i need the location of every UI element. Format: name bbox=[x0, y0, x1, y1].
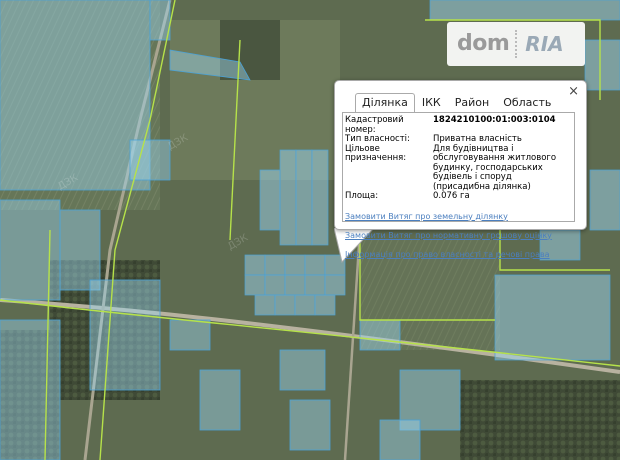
logo-ria-text: RIA bbox=[525, 32, 564, 56]
order-land-extract-link[interactable]: Замовити Витяг про земельну ділянку bbox=[345, 212, 566, 221]
parcel[interactable] bbox=[314, 294, 336, 316]
parcel[interactable] bbox=[0, 319, 61, 460]
ownership-info-link[interactable]: Інформація про право власності та речові… bbox=[345, 250, 566, 259]
parcel[interactable] bbox=[294, 294, 316, 316]
field-label: Площа: bbox=[345, 191, 379, 201]
parcel[interactable] bbox=[311, 149, 329, 246]
site-logo: dom RIA bbox=[447, 22, 585, 66]
parcel[interactable] bbox=[264, 254, 286, 276]
parcel[interactable] bbox=[304, 254, 326, 276]
parcel[interactable] bbox=[324, 274, 346, 296]
parcel[interactable] bbox=[279, 149, 297, 246]
tab-ikk[interactable]: ІКК bbox=[415, 93, 448, 112]
order-valuation-extract-link[interactable]: Замовити Витяг про нормативну грошову оц… bbox=[345, 231, 566, 240]
parcel[interactable] bbox=[0, 0, 151, 191]
parcel[interactable] bbox=[264, 274, 286, 296]
parcel[interactable] bbox=[589, 169, 620, 231]
close-icon[interactable]: × bbox=[568, 85, 579, 99]
field-label: Кадастровий номер: bbox=[345, 115, 404, 135]
parcel[interactable] bbox=[379, 419, 421, 460]
tree-area bbox=[460, 380, 620, 460]
parcel[interactable] bbox=[59, 209, 101, 291]
parcel[interactable] bbox=[295, 149, 313, 246]
parcel[interactable] bbox=[284, 254, 306, 276]
parcel[interactable] bbox=[89, 279, 161, 391]
parcel[interactable] bbox=[289, 399, 331, 451]
parcel[interactable] bbox=[169, 319, 211, 351]
field-value: 1824210100:01:003:0104 bbox=[433, 115, 556, 125]
field-value: 0.076 га bbox=[433, 191, 470, 201]
field-value: Для будівництва і обслуговування житлово… bbox=[433, 143, 557, 192]
parcel[interactable] bbox=[0, 199, 61, 301]
parcel[interactable] bbox=[279, 349, 326, 391]
parcel[interactable] bbox=[429, 0, 620, 21]
field-area: Площа: 0.076 га bbox=[345, 191, 566, 202]
parcel[interactable] bbox=[494, 274, 611, 361]
tab-content: Кадастровий номер: 1824210100:01:003:010… bbox=[342, 112, 575, 259]
parcel[interactable] bbox=[359, 319, 401, 351]
tab-district[interactable]: Район bbox=[448, 93, 496, 112]
popup-tabs: Ділянка ІКК Район Область bbox=[355, 93, 558, 112]
parcel[interactable] bbox=[284, 274, 306, 296]
parcel[interactable] bbox=[584, 39, 620, 91]
parcel[interactable] bbox=[254, 294, 276, 316]
parcel[interactable] bbox=[199, 369, 241, 431]
logo-dom-text: dom bbox=[447, 30, 518, 58]
field-cadastral-number: Кадастровий номер: 1824210100:01:003:010… bbox=[345, 115, 566, 135]
tab-region[interactable]: Область bbox=[496, 93, 558, 112]
parcel[interactable] bbox=[304, 274, 326, 296]
tab-parcel[interactable]: Ділянка bbox=[355, 93, 415, 112]
field-purpose: Цільове призначення: Для будівництва і о… bbox=[345, 143, 566, 193]
field-label: Цільове призначення: bbox=[345, 143, 407, 163]
parcel[interactable] bbox=[244, 254, 266, 276]
parcel[interactable] bbox=[244, 274, 266, 296]
parcel[interactable] bbox=[259, 169, 281, 231]
parcel[interactable] bbox=[274, 294, 296, 316]
parcel-info-popup: × Ділянка ІКК Район Область Кадастровий … bbox=[334, 80, 587, 259]
parcel[interactable] bbox=[149, 0, 171, 41]
